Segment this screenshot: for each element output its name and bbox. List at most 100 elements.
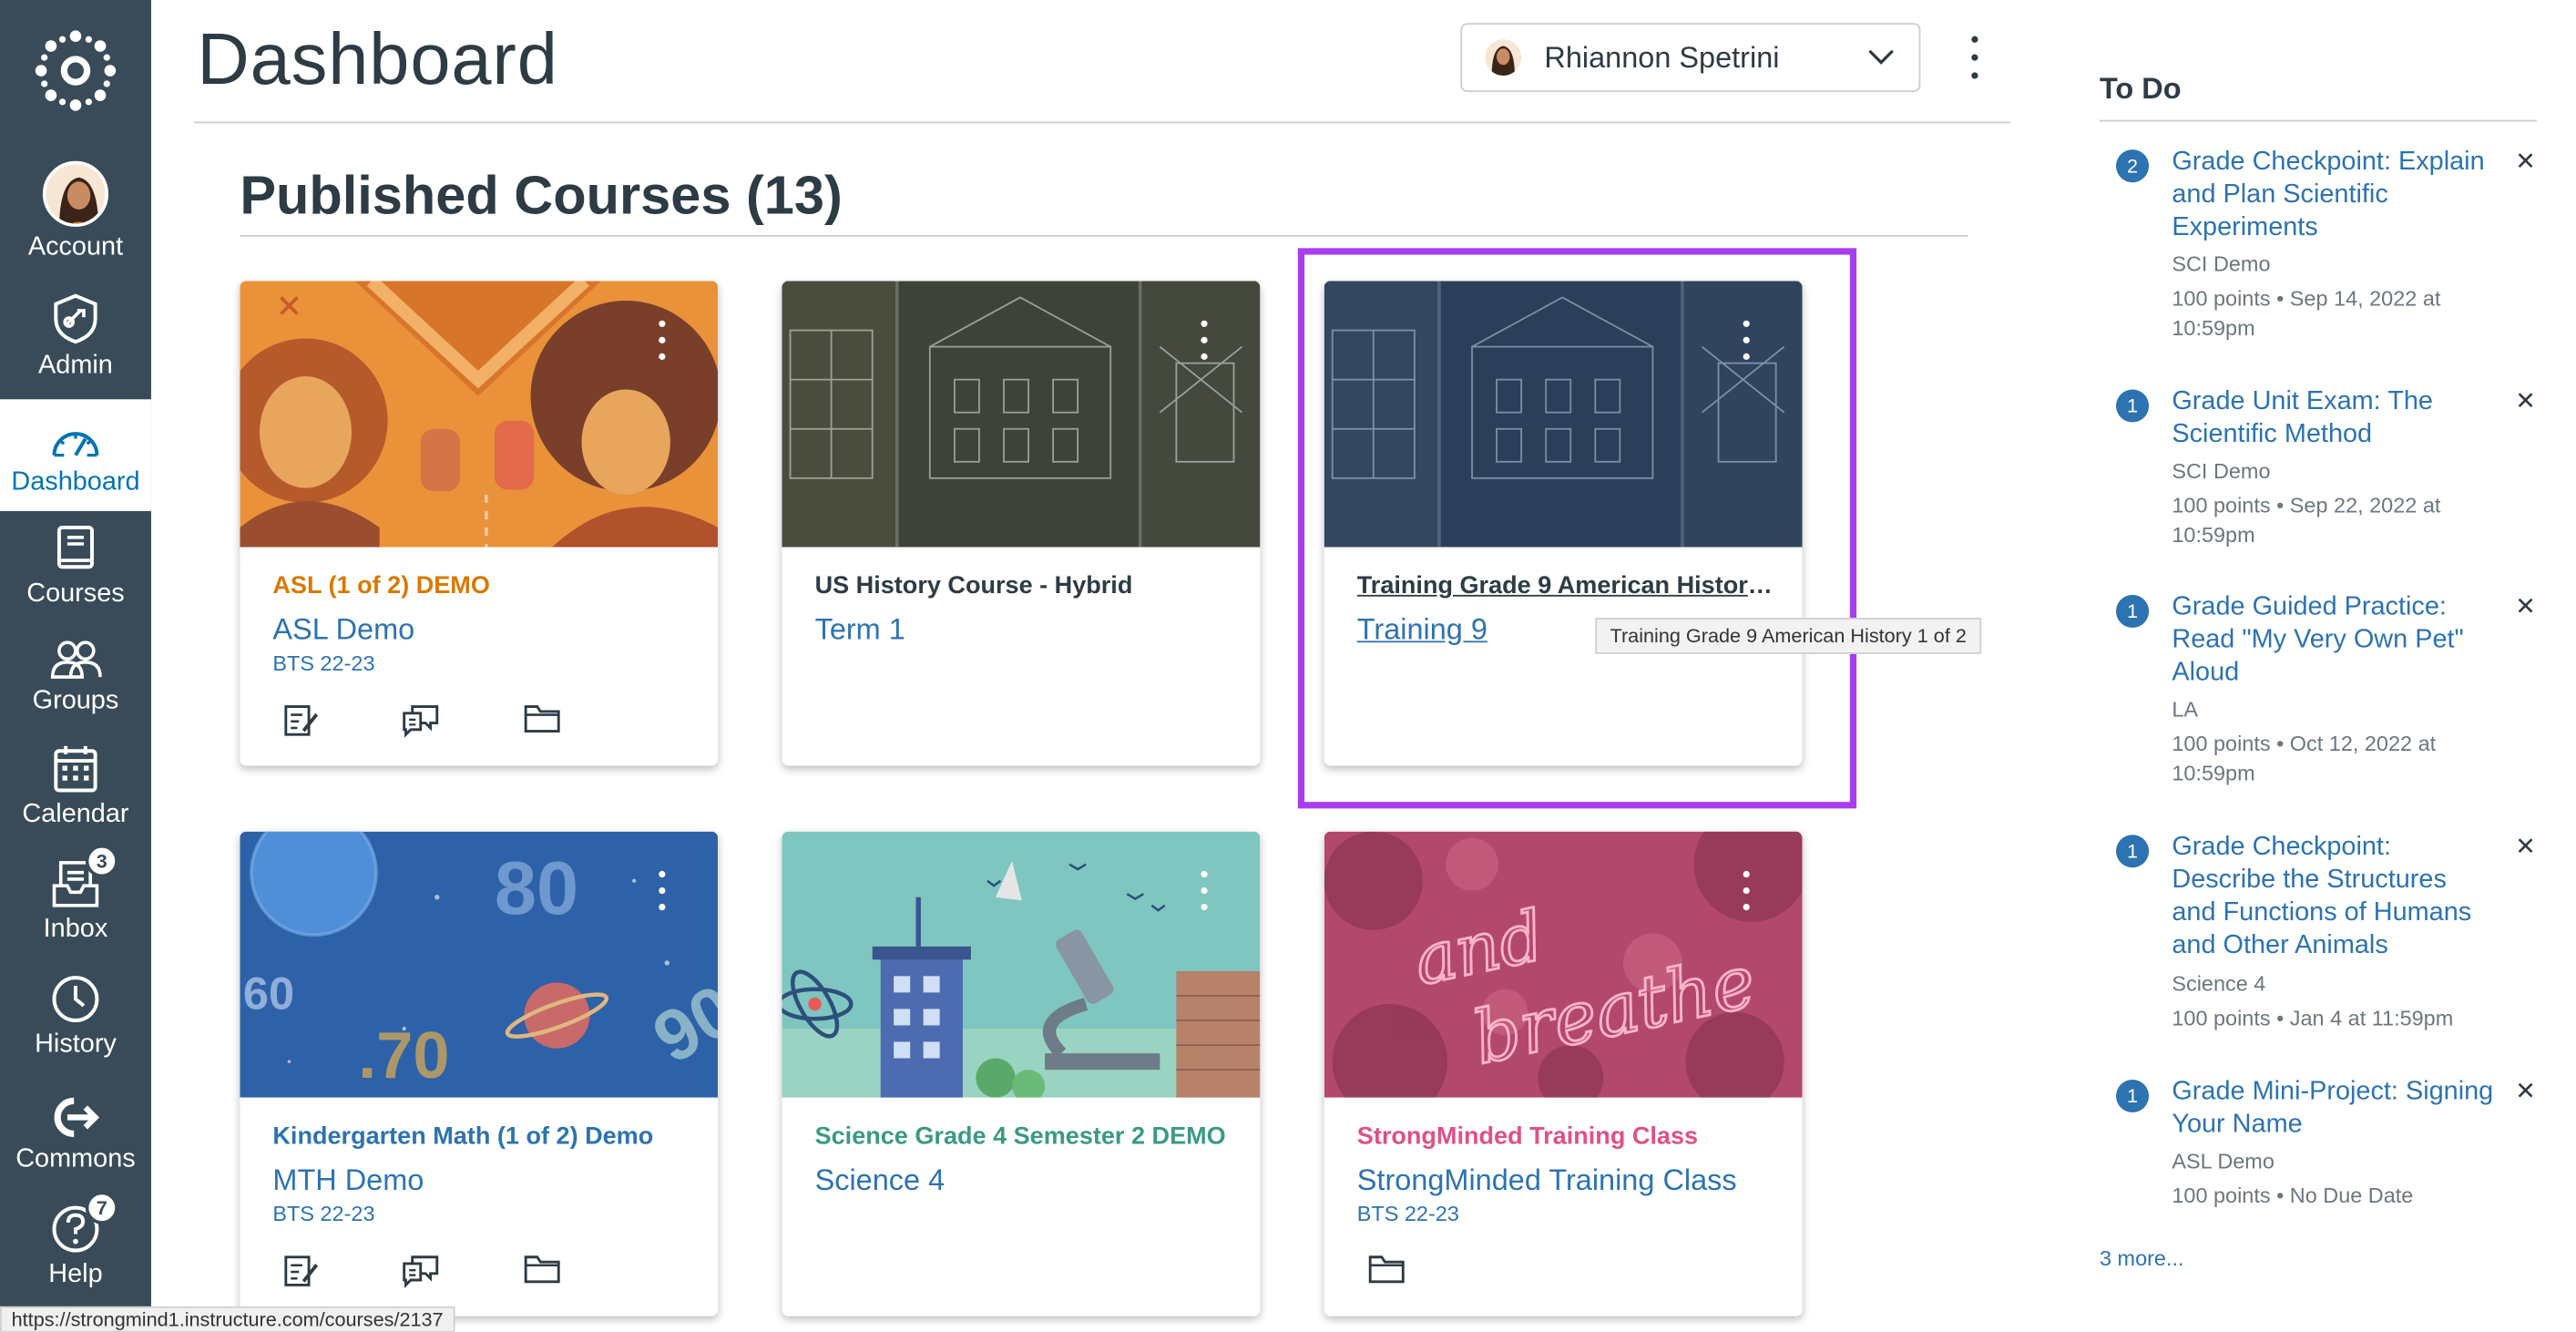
- todo-meta: 100 points • Jan 4 at 11:59pm: [2172, 1005, 2454, 1030]
- course-card-image[interactable]: 80 60 .70 90: [240, 831, 719, 1098]
- header-divider: [193, 121, 2011, 124]
- groups-icon: [50, 640, 102, 679]
- todo-course: LA: [2172, 696, 2199, 722]
- course-title[interactable]: StrongMinded Training Class: [1357, 1122, 1776, 1151]
- nav-dashboard-label: Dashboard: [11, 468, 140, 497]
- todo-meta: 100 points • Oct 12, 2022 at 10:59pm: [2172, 731, 2437, 786]
- page-title: Dashboard: [197, 19, 558, 101]
- todo-needs-grading-badge: 2: [2116, 149, 2150, 183]
- course-title[interactable]: US History Course - Hybrid: [815, 572, 1234, 600]
- todo-link[interactable]: Grade Checkpoint: Explain and Plan Scien…: [2172, 147, 2494, 245]
- todo-course: SCI Demo: [2172, 251, 2271, 277]
- course-title[interactable]: Kindergarten Math (1 of 2) Demo: [272, 1122, 691, 1151]
- todo-meta: 100 points • No Due Date: [2172, 1183, 2414, 1208]
- nav-commons-label: Commons: [15, 1145, 136, 1173]
- nav-account[interactable]: Account: [0, 151, 151, 276]
- assignments-icon[interactable]: [282, 702, 319, 738]
- nav-account-label: Account: [27, 233, 124, 261]
- book-icon: [56, 525, 94, 569]
- dismiss-close-icon[interactable]: ✕: [2515, 1076, 2536, 1106]
- user-avatar: [42, 160, 109, 227]
- published-courses-heading: Published Courses (13): [240, 164, 843, 226]
- course-code[interactable]: ASL Demo: [272, 613, 414, 648]
- course-code[interactable]: StrongMinded Training Class: [1357, 1163, 1737, 1198]
- todo-course: ASL Demo: [2172, 1148, 2274, 1173]
- course-card[interactable]: US History Course - Hybrid Term 1: [782, 281, 1261, 766]
- nav-groups[interactable]: Groups: [0, 618, 151, 730]
- nav-commons[interactable]: Commons: [0, 1073, 151, 1188]
- todo-needs-grading-badge: 1: [2116, 1079, 2150, 1113]
- assignments-icon[interactable]: [282, 1252, 319, 1288]
- commons-icon: [54, 1097, 100, 1138]
- course-card[interactable]: Science Grade 4 Semester 2 DEMO Science …: [782, 831, 1261, 1317]
- help-badge: 7: [85, 1191, 118, 1224]
- nav-courses[interactable]: Courses: [0, 511, 151, 623]
- user-mini-avatar: [1485, 39, 1522, 76]
- global-nav: Account Admin Dashboard Courses Groups C…: [0, 0, 151, 1332]
- course-code[interactable]: MTH Demo: [272, 1163, 424, 1198]
- course-card[interactable]: and breathe StrongMinded Training Class …: [1324, 831, 1803, 1317]
- nav-help[interactable]: Help: [0, 1188, 151, 1303]
- calendar-icon: [54, 745, 97, 793]
- files-folder-icon[interactable]: [1367, 1252, 1406, 1285]
- course-card-image[interactable]: [240, 281, 719, 548]
- user-select-value: Rhiannon Spetrini: [1544, 40, 1780, 74]
- todo-show-more-link[interactable]: 3 more...: [2100, 1245, 2184, 1270]
- canvas-logo-icon[interactable]: [0, 0, 151, 141]
- card-options-menu[interactable]: [1198, 320, 1211, 360]
- chevron-down-icon: [1868, 49, 1894, 65]
- card-options-menu[interactable]: [656, 870, 669, 911]
- card-options-menu[interactable]: [1198, 870, 1211, 911]
- course-card-image[interactable]: [782, 831, 1261, 1098]
- course-title[interactable]: Science Grade 4 Semester 2 DEMO: [815, 1122, 1234, 1151]
- dismiss-close-icon[interactable]: ✕: [2515, 147, 2536, 176]
- todo-link[interactable]: Grade Checkpoint: Describe the Structure…: [2172, 832, 2494, 963]
- course-card[interactable]: 80 60 .70 90 Kindergarten Math (1 of 2) …: [240, 831, 719, 1317]
- nav-history-label: History: [35, 1030, 117, 1059]
- course-code[interactable]: Science 4: [815, 1163, 946, 1198]
- dashboard-options-menu[interactable]: [1958, 36, 1991, 79]
- nav-history[interactable]: History: [0, 958, 151, 1072]
- dismiss-close-icon[interactable]: ✕: [2515, 832, 2536, 861]
- svg-text:80: 80: [495, 845, 578, 930]
- todo-link[interactable]: Grade Unit Exam: The Scientific Method: [2172, 386, 2494, 452]
- course-term: BTS 22-23: [272, 651, 375, 676]
- dismiss-close-icon[interactable]: ✕: [2515, 386, 2536, 416]
- nav-courses-label: Courses: [26, 579, 125, 609]
- discussions-icon[interactable]: [401, 702, 440, 738]
- todo-needs-grading-badge: 1: [2116, 835, 2150, 868]
- shield-icon: [54, 293, 97, 344]
- course-code[interactable]: Term 1: [815, 613, 905, 648]
- card-options-menu[interactable]: [1740, 870, 1753, 911]
- todo-meta: 100 points • Sep 22, 2022 at 10:59pm: [2172, 493, 2441, 548]
- nav-calendar-label: Calendar: [22, 800, 129, 829]
- todo-needs-grading-badge: 1: [2116, 389, 2150, 423]
- nav-admin[interactable]: Admin: [0, 276, 151, 394]
- course-title-tooltip: Training Grade 9 American History 1 of 2: [1595, 618, 1982, 654]
- dismiss-close-icon[interactable]: ✕: [2515, 591, 2536, 621]
- course-card-image[interactable]: and breathe: [1324, 831, 1803, 1098]
- nav-calendar[interactable]: Calendar: [0, 728, 151, 843]
- nav-dashboard[interactable]: Dashboard: [0, 399, 151, 511]
- todo-needs-grading-badge: 1: [2116, 594, 2150, 628]
- files-folder-icon[interactable]: [523, 702, 562, 734]
- nav-groups-label: Groups: [32, 686, 119, 715]
- todo-divider: [2100, 119, 2537, 122]
- dashboard-gauge-icon: [52, 432, 99, 457]
- nav-inbox-label: Inbox: [43, 915, 108, 944]
- card-options-menu[interactable]: [656, 320, 669, 360]
- course-card[interactable]: ASL (1 of 2) DEMO ASL Demo BTS 22-23: [240, 281, 719, 766]
- discussions-icon[interactable]: [401, 1252, 440, 1288]
- course-card-image[interactable]: [782, 281, 1261, 548]
- course-title[interactable]: ASL (1 of 2) DEMO: [272, 572, 691, 600]
- svg-text:60: 60: [243, 967, 294, 1019]
- files-folder-icon[interactable]: [523, 1252, 562, 1285]
- nav-help-label: Help: [48, 1260, 103, 1289]
- todo-link[interactable]: Grade Guided Practice: Read "My Very Own…: [2172, 591, 2494, 690]
- todo-course: Science 4: [2172, 970, 2266, 996]
- user-select-dropdown[interactable]: Rhiannon Spetrini: [1460, 23, 1921, 93]
- browser-status-url: https://strongmind1.instructure.com/cour…: [0, 1306, 455, 1332]
- course-term: BTS 22-23: [1356, 1201, 1459, 1226]
- nav-inbox[interactable]: Inbox: [0, 843, 151, 958]
- todo-link[interactable]: Grade Mini-Project: Signing Your Name: [2172, 1076, 2494, 1142]
